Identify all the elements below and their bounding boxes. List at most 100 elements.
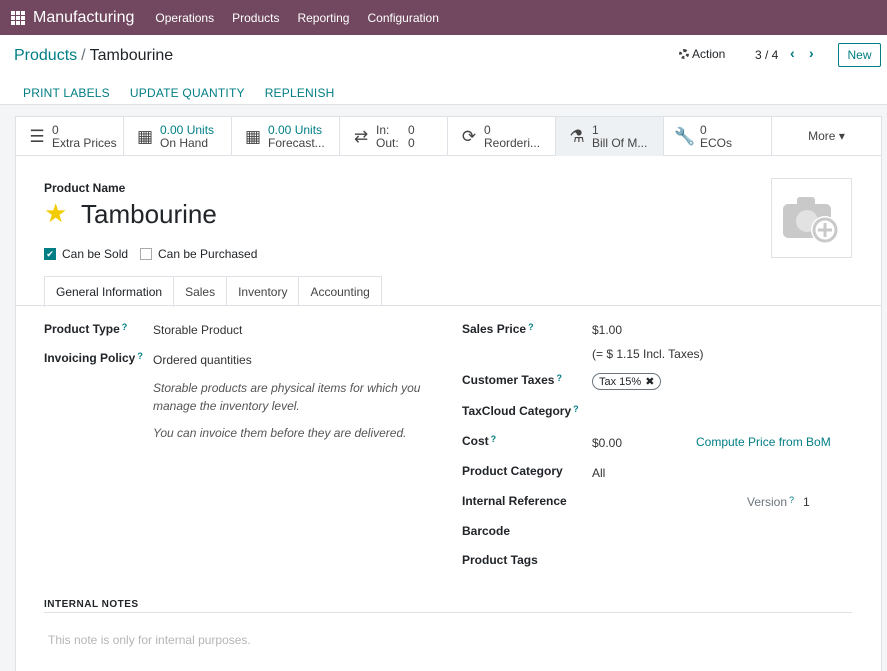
- more-label: More: [808, 129, 836, 143]
- exchange-icon: ⇄: [353, 126, 369, 146]
- breadcrumb-current: Tambourine: [89, 47, 174, 64]
- control-panel: Products / Tambourine Action 3 / 4 ‹ › New…: [0, 35, 887, 105]
- apps-menu-icon[interactable]: [11, 10, 25, 25]
- help-icon[interactable]: ?: [137, 351, 143, 361]
- can-be-sold-label: Can be Sold: [62, 247, 129, 261]
- reordering-label: Reorderi...: [484, 135, 541, 150]
- sales-price-field[interactable]: $1.00: [592, 323, 622, 337]
- flask-icon: ⚗: [569, 126, 585, 146]
- tab-general-information[interactable]: General Information: [44, 276, 175, 307]
- product-category-label: Product Category: [462, 464, 563, 478]
- invoicing-policy-label: Invoicing Policy?: [44, 351, 143, 365]
- menu-configuration[interactable]: Configuration: [367, 11, 438, 25]
- cubes-icon: ▦: [244, 126, 262, 146]
- gear-icon: [679, 49, 689, 59]
- in-value: 0: [408, 122, 415, 137]
- breadcrumb-products-link[interactable]: Products: [14, 47, 77, 64]
- favorite-star-icon[interactable]: ★: [44, 200, 67, 226]
- empty-checkbox-icon: [140, 248, 152, 260]
- notes-divider: [44, 612, 852, 613]
- product-type-note: Storable products are physical items for…: [153, 381, 421, 413]
- more-button[interactable]: More ▾: [772, 117, 881, 155]
- pager-next-icon[interactable]: ›: [809, 45, 814, 61]
- forecasted-value: 0.00 Units: [268, 122, 323, 137]
- status-action-bar: PRINT LABELS UPDATE QUANTITY REPLENISH: [0, 82, 335, 104]
- product-name-label: Product Name: [44, 181, 126, 195]
- pager-value[interactable]: 3 / 4: [755, 48, 778, 62]
- barcode-label: Barcode: [462, 524, 511, 538]
- version-value: 1: [803, 495, 810, 509]
- extra-prices-label: Extra Prices: [52, 135, 117, 150]
- pager-previous-icon[interactable]: ‹: [790, 45, 795, 61]
- tab-accounting[interactable]: Accounting: [298, 276, 382, 306]
- bill-of-materials-button[interactable]: ⚗ 1 Bill Of M...: [556, 117, 664, 156]
- cubes-icon: ▦: [136, 126, 154, 146]
- cost-label: Cost?: [462, 434, 497, 448]
- tab-divider: [16, 305, 881, 306]
- reordering-count: 0: [484, 122, 491, 137]
- out-label: Out:: [376, 135, 399, 150]
- internal-reference-label: Internal Reference: [462, 494, 567, 508]
- wrench-icon: 🔧: [674, 126, 696, 146]
- internal-notes-editor[interactable]: This note is only for internal purposes.: [48, 633, 251, 647]
- product-name-field[interactable]: Tambourine: [81, 200, 217, 228]
- refresh-icon: ⟳: [461, 126, 477, 146]
- caret-down-icon: ▾: [838, 129, 845, 143]
- new-button[interactable]: New: [838, 43, 881, 67]
- action-label: Action: [692, 47, 726, 61]
- form-tabs: General Information Sales Inventory Acco…: [44, 276, 382, 307]
- compute-price-from-bom-button[interactable]: Compute Price from BoM: [696, 435, 831, 449]
- on-hand-label: On Hand: [160, 135, 209, 150]
- help-icon[interactable]: ?: [573, 404, 579, 414]
- customer-taxes-label: Customer Taxes?: [462, 373, 562, 387]
- menu-reporting[interactable]: Reporting: [297, 11, 349, 25]
- invoicing-policy-field[interactable]: Ordered quantities: [153, 353, 252, 367]
- remove-tag-icon[interactable]: ✖: [645, 375, 654, 388]
- app-name[interactable]: Manufacturing: [33, 9, 134, 27]
- bom-label: Bill Of M...: [592, 135, 648, 150]
- forecasted-button[interactable]: ▦ 0.00 Units Forecast...: [232, 117, 340, 156]
- form-sheet: ☰ 0 Extra Prices ▦ 0.00 Units On Hand ▦ 0.…: [15, 116, 882, 671]
- reordering-rules-button[interactable]: ⟳ 0 Reorderi...: [448, 117, 556, 156]
- ecos-button[interactable]: 🔧 0 ECOs: [664, 117, 772, 156]
- breadcrumb: Products / Tambourine: [14, 47, 173, 65]
- tab-inventory[interactable]: Inventory: [226, 276, 300, 306]
- help-icon[interactable]: ?: [122, 322, 128, 332]
- invoicing-note: You can invoice them before they are del…: [153, 426, 407, 440]
- extra-prices-button[interactable]: ☰ 0 Extra Prices: [16, 117, 124, 156]
- tax-tag-label: Tax 15%: [599, 375, 642, 388]
- menu-operations[interactable]: Operations: [155, 11, 214, 25]
- ecos-count: 0: [700, 122, 707, 137]
- update-quantity-button[interactable]: UPDATE QUANTITY: [130, 86, 245, 100]
- product-image-upload[interactable]: [771, 178, 852, 258]
- incl-taxes-value: (= $ 1.15 Incl. Taxes): [592, 347, 704, 361]
- taxcloud-category-label: TaxCloud Category?: [462, 404, 579, 418]
- on-hand-button[interactable]: ▦ 0.00 Units On Hand: [124, 117, 232, 156]
- help-icon[interactable]: ?: [528, 322, 534, 332]
- forecasted-label: Forecast...: [268, 135, 325, 150]
- in-out-button[interactable]: ⇄ In: 0 Out: 0: [340, 117, 448, 156]
- cost-field[interactable]: $0.00: [592, 436, 622, 450]
- can-be-purchased-checkbox[interactable]: Can be Purchased: [140, 247, 257, 261]
- checkmark-icon: ✔: [44, 248, 56, 260]
- in-label: In:: [376, 122, 390, 137]
- help-icon[interactable]: ?: [491, 434, 497, 444]
- product-type-field[interactable]: Storable Product: [153, 323, 242, 337]
- can-be-purchased-label: Can be Purchased: [158, 247, 258, 261]
- help-icon[interactable]: ?: [556, 373, 562, 383]
- print-labels-button[interactable]: PRINT LABELS: [23, 86, 110, 100]
- sales-price-label: Sales Price?: [462, 322, 534, 336]
- version-label: Version?: [747, 495, 795, 509]
- camera-plus-icon: [782, 197, 839, 244]
- replenish-button[interactable]: REPLENISH: [265, 86, 335, 100]
- smart-button-box: ☰ 0 Extra Prices ▦ 0.00 Units On Hand ▦ 0.…: [16, 117, 881, 156]
- tax-tag[interactable]: Tax 15% ✖: [592, 373, 662, 390]
- product-tags-label: Product Tags: [462, 553, 538, 567]
- product-category-field[interactable]: All: [592, 466, 605, 480]
- can-be-sold-checkbox[interactable]: ✔ Can be Sold: [44, 247, 128, 261]
- menu-products[interactable]: Products: [232, 11, 279, 25]
- help-icon[interactable]: ?: [789, 495, 794, 505]
- bom-count: 1: [592, 122, 599, 137]
- action-button[interactable]: Action: [679, 47, 725, 61]
- tab-sales[interactable]: Sales: [173, 276, 228, 306]
